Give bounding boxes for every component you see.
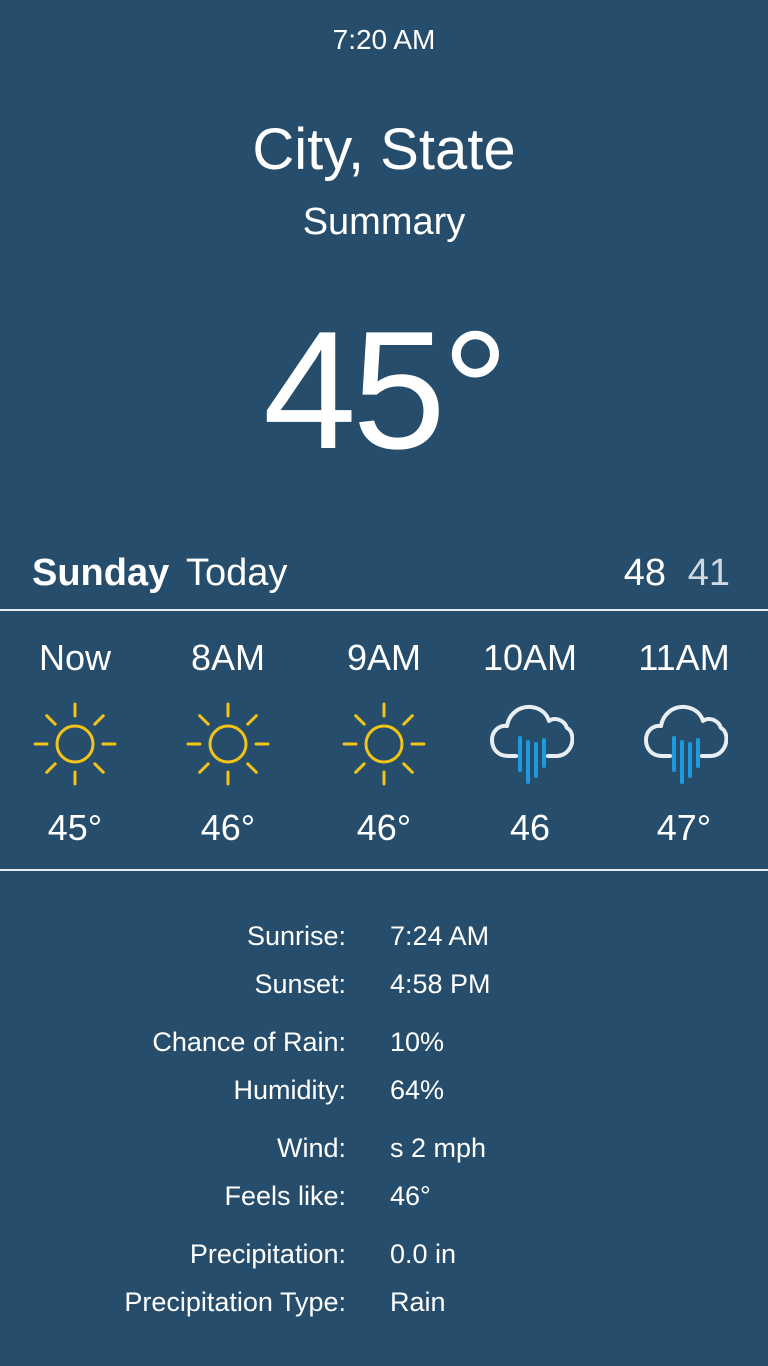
- detail-value: 10%: [390, 1027, 445, 1057]
- detail-value: 7:24 AM: [390, 921, 490, 951]
- hour-temp: 47°: [656, 807, 712, 848]
- hour-temp: 45°: [47, 807, 103, 848]
- high-temp: 48: [623, 552, 666, 594]
- hour-label: 9AM: [346, 637, 422, 678]
- hour-label: Now: [38, 637, 112, 678]
- detail-label: Chance of Rain:: [152, 1027, 346, 1057]
- weather-summary: Summary: [302, 201, 466, 243]
- detail-label: Precipitation:: [189, 1239, 346, 1269]
- detail-row-precipitation: Precipitation: 0.0 in: [0, 1234, 768, 1274]
- hour-label: 8AM: [190, 637, 266, 678]
- cloud-rain-icon: [644, 704, 728, 784]
- detail-value: 64%: [390, 1075, 445, 1105]
- hour-temp: 46: [509, 807, 551, 848]
- hour-item-10am: 10AM 46: [455, 632, 605, 852]
- day-name: Sunday: [32, 552, 170, 594]
- hour-temp: 46°: [200, 807, 256, 848]
- detail-row-wind: Wind: s 2 mph: [0, 1128, 768, 1168]
- hour-item-11am: 11AM 47°: [609, 632, 759, 852]
- detail-value: 0.0 in: [390, 1239, 457, 1269]
- detail-row-chance-of-rain: Chance of Rain: 10%: [0, 1022, 768, 1062]
- location-title: City, State: [252, 117, 516, 182]
- hour-item-9am: 9AM 46°: [309, 632, 459, 852]
- detail-label: Wind:: [276, 1133, 346, 1163]
- detail-row-sunset: Sunset: 4:58 PM: [0, 964, 768, 1004]
- detail-label: Feels like:: [224, 1181, 346, 1211]
- detail-value: Rain: [390, 1287, 446, 1317]
- current-temperature: 45°: [262, 296, 509, 484]
- sun-icon: [186, 702, 270, 786]
- detail-value: s 2 mph: [390, 1133, 487, 1163]
- detail-value: 4:58 PM: [390, 969, 491, 999]
- hour-temp: 46°: [356, 807, 412, 848]
- detail-label: Sunrise:: [246, 921, 346, 951]
- hour-label: 11AM: [638, 637, 730, 678]
- detail-row-precipitation-type: Precipitation Type: Rain: [0, 1282, 768, 1322]
- day-label: Today: [186, 552, 288, 594]
- cloud-rain-icon: [490, 704, 574, 784]
- detail-label: Precipitation Type:: [124, 1287, 346, 1317]
- hour-item-8am: 8AM 46°: [153, 632, 303, 852]
- day-row: Sunday Today 48 41: [32, 548, 736, 598]
- divider-bottom: [0, 869, 768, 871]
- sun-icon: [33, 702, 117, 786]
- detail-value: 46°: [390, 1181, 431, 1211]
- status-time: 7:20 AM: [332, 24, 436, 55]
- hour-item-now: Now 45°: [0, 632, 150, 852]
- hourly-forecast: Now 45° 8AM 46° 9AM 46° 10AM 46 11AM 47°: [0, 632, 768, 852]
- detail-label: Sunset:: [254, 969, 346, 999]
- detail-row-feels-like: Feels like: 46°: [0, 1176, 768, 1216]
- detail-row-sunrise: Sunrise: 7:24 AM: [0, 916, 768, 956]
- sun-icon: [342, 702, 426, 786]
- low-temp: 41: [687, 552, 730, 594]
- detail-label: Humidity:: [233, 1075, 346, 1105]
- detail-row-humidity: Humidity: 64%: [0, 1070, 768, 1110]
- hour-label: 10AM: [482, 637, 578, 678]
- divider-top: [0, 609, 768, 611]
